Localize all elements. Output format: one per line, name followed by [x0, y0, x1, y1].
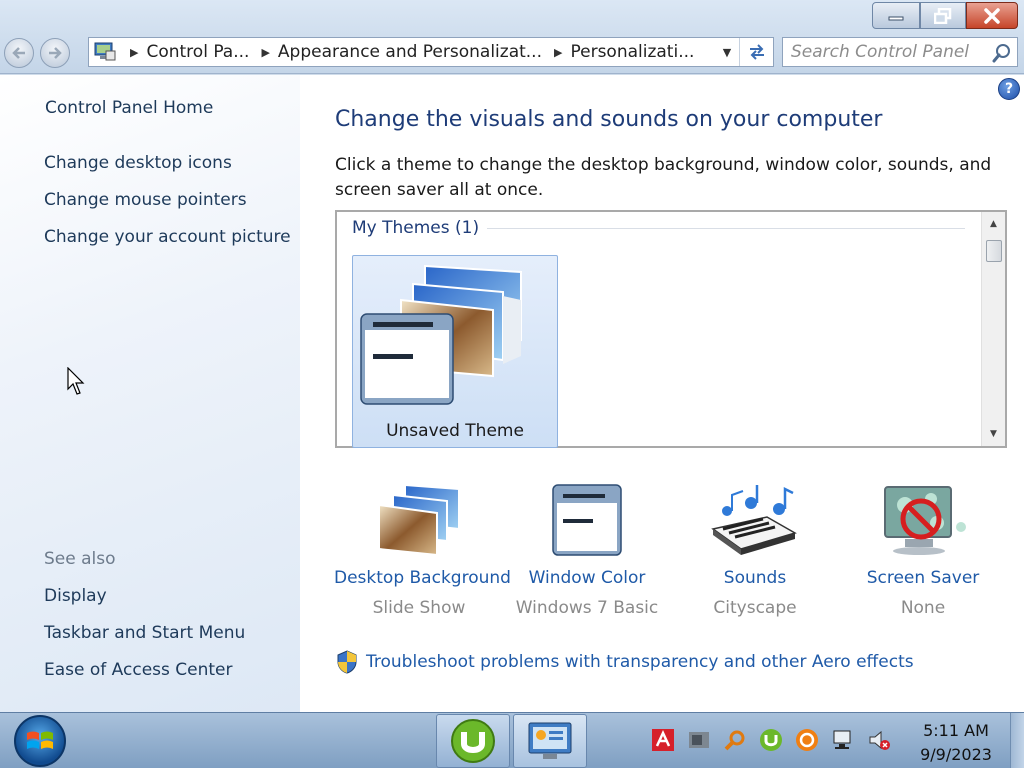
utorrent-icon	[451, 719, 495, 763]
window-color-option[interactable]: Window Color Windows 7 Basic	[502, 477, 672, 618]
control-panel-home-link[interactable]: Control Panel Home	[45, 98, 213, 118]
breadcrumb-control-panel[interactable]: Control Pa...	[146, 42, 249, 62]
window-color-icon	[552, 484, 622, 556]
restore-icon	[934, 7, 952, 24]
forward-button[interactable]	[40, 38, 70, 68]
search-input[interactable]: Search Control Panel	[782, 37, 1018, 67]
left-pane: Control Panel Home Change desktop icons …	[0, 75, 300, 712]
address-bar[interactable]: ▶ Control Pa... ▶ Appearance and Persona…	[88, 37, 774, 67]
sounds-option[interactable]: Sounds Cityscape	[670, 477, 840, 618]
theme-name: Unsaved Theme	[386, 421, 524, 441]
my-themes-group-header: My Themes (1)	[352, 218, 488, 238]
breadcrumb-personalization[interactable]: Personalizati...	[570, 42, 694, 62]
taskbar: 5:11 AM 9/9/2023	[0, 712, 1024, 768]
close-icon	[984, 7, 1000, 24]
volume-muted-tray-icon[interactable]	[866, 727, 892, 753]
app-tray-icon[interactable]	[686, 727, 712, 753]
utorrent-tray-icon[interactable]	[758, 727, 784, 753]
update-tray-icon[interactable]	[794, 727, 820, 753]
breadcrumb-arrow-icon[interactable]: ▶	[261, 46, 269, 59]
taskbar-utorrent-button[interactable]	[436, 714, 510, 768]
taskbar-control-panel-button[interactable]	[513, 714, 587, 768]
troubleshoot-text[interactable]: Troubleshoot problems with transparency …	[366, 652, 914, 672]
see-also-heading: See also	[44, 549, 116, 569]
refresh-button[interactable]	[739, 38, 773, 66]
taskbar-clock[interactable]: 5:11 AM 9/9/2023	[910, 719, 1002, 767]
screen-saver-option[interactable]: Screen Saver None	[838, 477, 1008, 618]
breadcrumb-appearance[interactable]: Appearance and Personalizat...	[278, 42, 542, 62]
group-divider	[477, 228, 965, 229]
antivirus-tray-icon[interactable]	[650, 727, 676, 753]
breadcrumb-arrow-icon: ▶	[130, 45, 139, 59]
back-button[interactable]	[4, 38, 34, 68]
magnifier-tray-icon[interactable]	[722, 727, 748, 753]
sounds-value: Cityscape	[713, 598, 797, 618]
change-desktop-icons-link[interactable]: Change desktop icons	[44, 153, 232, 173]
screen-saver-label[interactable]: Screen Saver	[838, 568, 1008, 588]
restore-button[interactable]	[920, 2, 966, 29]
title-bar: ▶ Control Pa... ▶ Appearance and Persona…	[0, 0, 1024, 74]
page-description: Click a theme to change the desktop back…	[335, 155, 992, 200]
system-tray	[650, 727, 902, 753]
scroll-up-icon[interactable]: ▲	[982, 214, 1005, 234]
minimize-button[interactable]	[872, 2, 920, 29]
control-panel-icon	[94, 42, 116, 61]
address-dropdown-icon[interactable]: ▼	[717, 38, 737, 66]
themes-list[interactable]: My Themes (1) Unsaved Theme ▲ ▼	[335, 210, 1007, 448]
help-icon[interactable]: ?	[998, 78, 1020, 100]
desktop-background-option[interactable]: Desktop Background Slide Show	[334, 477, 511, 618]
minimize-icon	[888, 16, 904, 20]
scroll-thumb[interactable]	[986, 240, 1002, 262]
theme-tile-unsaved[interactable]: Unsaved Theme	[352, 255, 558, 448]
ease-of-access-link[interactable]: Ease of Access Center	[44, 660, 233, 680]
change-account-picture-link[interactable]: Change your account picture	[44, 227, 291, 247]
screen-saver-icon	[884, 486, 966, 555]
breadcrumb-arrow-icon[interactable]: ▶	[554, 46, 562, 59]
scroll-down-icon[interactable]: ▼	[982, 424, 1005, 444]
desktop-background-icon	[378, 483, 460, 557]
themes-scrollbar[interactable]: ▲ ▼	[981, 212, 1005, 446]
display-link[interactable]: Display	[44, 586, 107, 606]
taskbar-start-menu-link[interactable]: Taskbar and Start Menu	[44, 623, 245, 643]
desktop-background-label[interactable]: Desktop Background	[334, 568, 511, 588]
network-tray-icon[interactable]	[830, 727, 856, 753]
change-mouse-pointers-link[interactable]: Change mouse pointers	[44, 190, 247, 210]
sounds-label[interactable]: Sounds	[670, 568, 840, 588]
page-title: Change the visuals and sounds on your co…	[335, 107, 883, 132]
theme-preview-icon	[360, 264, 522, 405]
troubleshoot-link[interactable]: Troubleshoot problems with transparency …	[336, 650, 914, 674]
refresh-icon	[749, 44, 764, 60]
window-color-label[interactable]: Window Color	[502, 568, 672, 588]
desktop-background-value: Slide Show	[372, 598, 466, 618]
clock-time: 5:11 AM	[923, 721, 989, 740]
search-icon[interactable]	[991, 42, 1013, 64]
window-controls	[872, 2, 1018, 29]
close-button[interactable]	[966, 2, 1018, 29]
sounds-icon	[711, 485, 797, 555]
arrow-left-icon	[12, 47, 25, 59]
shield-icon	[337, 650, 357, 674]
screen-saver-value: None	[900, 598, 946, 618]
windows-logo-icon	[27, 731, 53, 749]
start-button[interactable]	[14, 715, 66, 767]
main-content: ? Change the visuals and sounds on your …	[300, 75, 1024, 712]
mouse-cursor-icon	[67, 367, 85, 395]
show-desktop-button[interactable]	[1010, 713, 1024, 768]
control-panel-icon	[528, 722, 572, 759]
search-placeholder: Search Control Panel	[791, 42, 970, 62]
arrow-right-icon	[49, 47, 62, 59]
window-color-value: Windows 7 Basic	[515, 598, 659, 618]
clock-date: 9/9/2023	[920, 745, 992, 764]
